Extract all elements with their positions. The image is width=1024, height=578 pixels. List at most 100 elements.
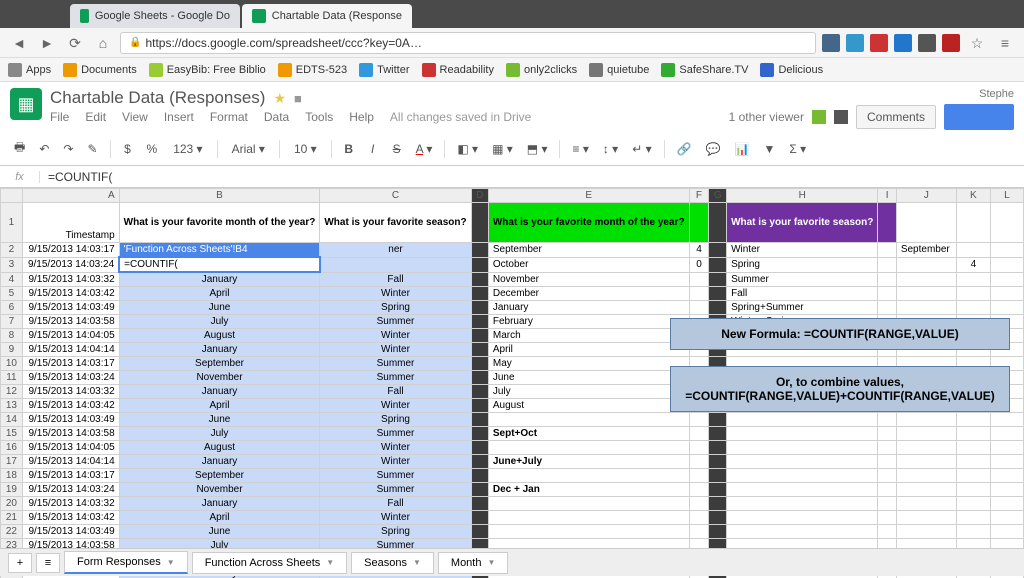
cell[interactable] (471, 357, 488, 371)
cell[interactable]: =COUNTIF( (119, 257, 320, 272)
cell[interactable]: January (119, 455, 320, 469)
cell[interactable] (709, 469, 727, 483)
fill-color-button[interactable]: ◧ ▾ (453, 140, 482, 158)
font-size-select[interactable]: 10 ▾ (288, 140, 323, 158)
cell[interactable] (990, 525, 1023, 539)
cell[interactable] (956, 413, 990, 427)
cell[interactable] (956, 272, 990, 287)
cell[interactable]: Spring (320, 301, 471, 315)
comments-button[interactable]: Comments (856, 105, 936, 129)
cell[interactable]: April (119, 511, 320, 525)
row-header[interactable]: 15 (1, 427, 23, 441)
cell[interactable]: Summer (320, 357, 471, 371)
percent-button[interactable]: % (143, 140, 162, 158)
paint-format-button[interactable]: ✎ (83, 140, 101, 158)
extension-icon[interactable] (822, 34, 840, 52)
cell[interactable] (878, 272, 896, 287)
cell[interactable] (689, 511, 709, 525)
functions-button[interactable]: Σ ▾ (785, 140, 810, 158)
cell[interactable] (471, 385, 488, 399)
menu-data[interactable]: Data (264, 110, 289, 124)
cell[interactable] (689, 287, 709, 301)
cell[interactable]: 9/15/2013 14:03:24 (22, 483, 119, 497)
reload-button[interactable]: ⟳ (64, 32, 86, 54)
cell[interactable]: September (896, 243, 956, 258)
cell[interactable] (896, 413, 956, 427)
star-icon[interactable]: ☆ (966, 32, 988, 54)
cell[interactable]: January (119, 343, 320, 357)
forward-button[interactable]: ► (36, 32, 58, 54)
bold-button[interactable]: B (340, 140, 358, 158)
insert-chart-button[interactable]: 📊 (731, 140, 754, 158)
cell[interactable] (709, 427, 727, 441)
cell[interactable]: 9/15/2013 14:03:49 (22, 413, 119, 427)
cell[interactable] (471, 399, 488, 413)
cell[interactable] (878, 287, 896, 301)
cell[interactable]: Timestamp (22, 203, 119, 243)
cell[interactable] (709, 272, 727, 287)
row-header[interactable]: 3 (1, 257, 23, 272)
cell[interactable]: February (488, 315, 689, 329)
bookmark-item[interactable]: quietube (589, 63, 649, 77)
row-header[interactable]: 4 (1, 272, 23, 287)
column-header[interactable]: I (878, 189, 896, 203)
cell[interactable] (956, 427, 990, 441)
cell[interactable] (471, 301, 488, 315)
cell[interactable]: June (119, 413, 320, 427)
cell[interactable] (896, 272, 956, 287)
cell[interactable] (878, 301, 896, 315)
browser-tab-active[interactable]: Chartable Data (Response (242, 4, 412, 28)
cell[interactable] (896, 497, 956, 511)
sheets-logo-icon[interactable]: ▦ (10, 88, 42, 120)
cell[interactable]: 4 (689, 243, 709, 258)
cell[interactable] (727, 497, 878, 511)
cell[interactable]: September (488, 243, 689, 258)
cell[interactable] (471, 272, 488, 287)
cell[interactable]: Fall (320, 272, 471, 287)
cell[interactable]: Winter (320, 399, 471, 413)
cell[interactable] (878, 257, 896, 272)
cell[interactable]: June (488, 371, 689, 385)
cell[interactable] (727, 525, 878, 539)
cell[interactable]: April (119, 399, 320, 413)
borders-button[interactable]: ▦ ▾ (488, 140, 517, 158)
url-input[interactable]: 🔒 https://docs.google.com/spreadsheet/cc… (120, 32, 816, 54)
menu-tools[interactable]: Tools (305, 110, 333, 124)
row-header[interactable]: 14 (1, 413, 23, 427)
menu-help[interactable]: Help (349, 110, 374, 124)
wrap-button[interactable]: ↵ ▾ (628, 140, 655, 158)
cell[interactable]: Dec + Jan (488, 483, 689, 497)
cell[interactable]: 9/15/2013 14:03:58 (22, 315, 119, 329)
cell[interactable] (471, 329, 488, 343)
column-header[interactable]: G (709, 189, 727, 203)
cell[interactable] (878, 497, 896, 511)
cell[interactable] (956, 287, 990, 301)
cell[interactable]: 9/15/2013 14:03:17 (22, 469, 119, 483)
cell[interactable] (990, 511, 1023, 525)
cell[interactable] (471, 343, 488, 357)
apps-button[interactable]: Apps (8, 63, 51, 77)
column-header[interactable]: H (727, 189, 878, 203)
row-header[interactable]: 18 (1, 469, 23, 483)
cell[interactable]: Summer (320, 427, 471, 441)
cell[interactable] (956, 525, 990, 539)
cell[interactable]: April (119, 287, 320, 301)
cell[interactable] (896, 427, 956, 441)
cell[interactable]: ner (320, 243, 471, 258)
row-header[interactable]: 21 (1, 511, 23, 525)
cell[interactable] (896, 257, 956, 272)
bookmark-item[interactable]: SafeShare.TV (661, 63, 748, 77)
cell[interactable] (878, 511, 896, 525)
bookmark-item[interactable]: Readability (422, 63, 494, 77)
cell[interactable]: Winter (320, 287, 471, 301)
cell[interactable]: January (119, 385, 320, 399)
row-header[interactable]: 16 (1, 441, 23, 455)
row-header[interactable]: 7 (1, 315, 23, 329)
folder-icon[interactable]: ■ (294, 91, 302, 106)
cell[interactable] (878, 441, 896, 455)
cell[interactable]: March (488, 329, 689, 343)
cell[interactable]: 9/15/2013 14:04:05 (22, 441, 119, 455)
cell[interactable] (878, 525, 896, 539)
menu-file[interactable]: File (50, 110, 69, 124)
cell[interactable] (689, 413, 709, 427)
